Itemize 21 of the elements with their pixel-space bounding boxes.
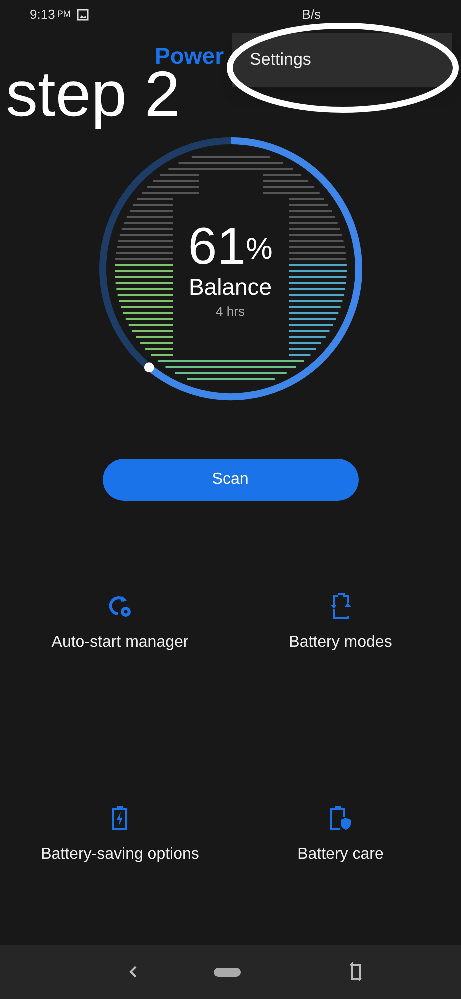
image-icon [76,9,89,21]
status-time: 9:13 [30,6,56,24]
menu-item[interactable]: Settings [232,47,330,73]
rotate-icon[interactable] [349,962,363,982]
app-title: Power [155,42,224,71]
battery-shield-icon [330,805,352,831]
scan-button[interactable]: Scan [102,459,358,501]
balance-label: Balance [188,272,272,302]
tool-button[interactable]: Battery-saving options [10,805,230,867]
remaining-time: 4 hrs [216,302,245,321]
battery-percent: 61% [188,220,273,273]
network-speed: B/s [302,6,321,24]
battery-bolt-icon [112,805,128,831]
status-meridiem: PM [57,8,71,22]
tool-button[interactable]: Battery care [230,805,451,867]
tool-button[interactable]: Auto-start manager [10,593,230,655]
tool-button[interactable]: Battery modes [230,593,451,655]
back-icon[interactable] [128,965,138,979]
home-button[interactable] [214,968,241,976]
battery-swap-icon [330,593,352,619]
sync-gear-icon [107,593,134,619]
